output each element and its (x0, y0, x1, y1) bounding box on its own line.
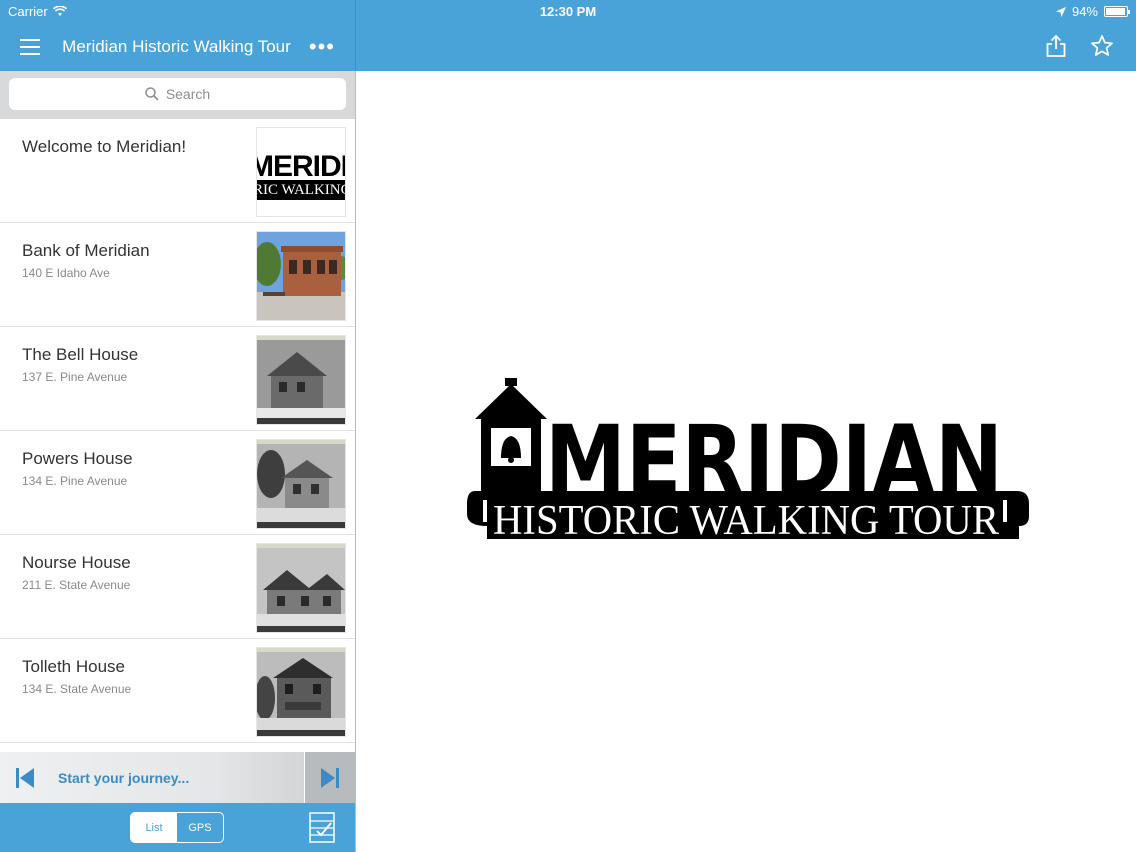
menu-icon[interactable] (20, 39, 40, 55)
nav-title: Meridian Historic Walking Tour (62, 37, 291, 56)
logo-subtitle: HISTORIC WALKING TOUR (493, 498, 999, 544)
detail-panel: MERIDIAN HISTORIC WALKING TOUR (356, 71, 1136, 852)
status-time: 12:30 PM (539, 4, 597, 19)
meridian-logo: MERIDIAN HISTORIC WALKING TOUR (467, 378, 1029, 544)
master-panel: Search Welcome to Meridian! MERIDI RIC W… (0, 71, 355, 852)
tour-stop-list: Welcome to Meridian! MERIDI RIC WALKING … (0, 119, 355, 743)
journey-bar: Start your journey... (0, 752, 355, 803)
list-item-title: The Bell House (22, 345, 139, 364)
list-item-address: 137 E. Pine Avenue (22, 370, 128, 384)
master-nav-bar: Meridian Historic Walking Tour ••• (0, 22, 355, 71)
bottom-toolbar: List GPS (0, 803, 355, 852)
status-bar: Carrier 12:30 PM 94% (0, 0, 1136, 22)
previous-stop-button[interactable] (0, 752, 50, 803)
nourse-house-photo (256, 543, 346, 633)
search-icon (145, 87, 159, 101)
list-item-title: Welcome to Meridian! (22, 137, 187, 156)
search-bar: Search (0, 71, 355, 119)
checklist-icon[interactable] (309, 812, 335, 843)
detail-nav-bar (356, 22, 1136, 71)
list-item[interactable]: Nourse House 211 E. State Avenue (0, 535, 355, 639)
powers-house-photo (256, 439, 346, 529)
thumb-logo-top: MERIDI (256, 150, 346, 183)
favorite-star-icon[interactable] (1090, 34, 1114, 58)
top-bar: Carrier 12:30 PM 94% Meridian Historic W… (0, 0, 1136, 71)
list-item[interactable]: Bank of Meridian 140 E Idaho Ave (0, 223, 355, 327)
battery-percent: 94% (1071, 4, 1098, 19)
list-item-title: Nourse House (22, 553, 131, 572)
list-item-title: Bank of Meridian (22, 241, 150, 260)
journey-label: Start your journey... (58, 769, 190, 786)
list-item[interactable]: The Bell House 137 E. Pine Avenue (0, 327, 355, 431)
bell-tower-roof (475, 384, 547, 419)
list-item[interactable]: Powers House 134 E. Pine Avenue (0, 431, 355, 535)
list-item[interactable]: Tolleth House 134 E. State Avenue (0, 639, 355, 743)
battery-icon (1104, 6, 1130, 17)
list-item-title: Powers House (22, 449, 133, 468)
status-right: 94% (1055, 4, 1130, 19)
gps-mode-tab[interactable]: GPS (177, 813, 223, 842)
share-icon[interactable] (1044, 34, 1068, 58)
bank-of-meridian-photo (256, 231, 346, 321)
more-options-icon[interactable]: ••• (309, 34, 335, 60)
next-stop-button[interactable] (304, 752, 355, 803)
skip-next-icon (321, 767, 339, 788)
thumb-logo-bottom: RIC WALKING (257, 180, 345, 200)
skip-previous-icon (16, 767, 34, 788)
list-item-title: Tolleth House (22, 657, 126, 676)
list-item-address: 134 E. State Avenue (22, 682, 132, 696)
search-input[interactable]: Search (9, 78, 346, 110)
location-arrow-icon (1055, 6, 1066, 17)
battery-fill (1106, 8, 1125, 15)
list-item-address: 134 E. Pine Avenue (22, 474, 128, 488)
list-item-address: 140 E Idaho Ave (22, 266, 110, 280)
search-placeholder: Search (165, 86, 211, 102)
list-item-address: 211 E. State Avenue (22, 578, 131, 592)
bell-house-photo (256, 335, 346, 425)
tolleth-house-photo (256, 647, 346, 737)
list-item[interactable]: Welcome to Meridian! MERIDI RIC WALKING (0, 119, 355, 223)
view-mode-segmented-control: List GPS (130, 812, 224, 843)
app-root: Carrier 12:30 PM 94% Meridian Historic W… (0, 0, 1136, 852)
welcome-thumbnail: MERIDI RIC WALKING (256, 127, 346, 217)
list-mode-tab[interactable]: List (131, 813, 177, 842)
